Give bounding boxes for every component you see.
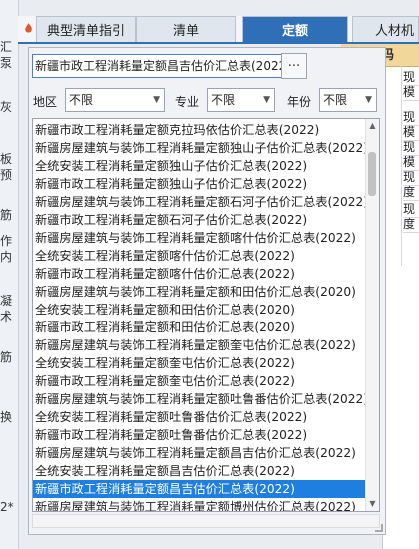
scroll-down-icon[interactable]: ▼ (366, 497, 379, 511)
list-item[interactable]: 新疆房屋建筑与装饰工程消耗量定额奎屯估价汇总表(2022) (33, 336, 366, 354)
list-item[interactable]: 新疆市政工程消耗量定额克拉玛依估价汇总表(2022) (33, 121, 366, 139)
major-label: 专业 (175, 95, 200, 109)
bg-right-cell: 模 (403, 125, 419, 141)
background-right-table: 编码 现 模 现 模 现 模 现 度 现 度 (341, 40, 419, 549)
list-item[interactable]: 新疆房屋建筑与装饰工程消耗量定额喀什估价汇总表(2022) (33, 229, 366, 247)
tab-typical-bill-guide[interactable]: 典型清单指引 (36, 16, 136, 42)
bg-right-cell: 现 (403, 202, 419, 218)
major-select[interactable]: 不限 ▼ (207, 88, 275, 112)
bg-right-cell: 现 (403, 70, 419, 86)
list-item[interactable]: 全统安装工程消耗量定额奎屯估价汇总表(2022) (33, 354, 366, 372)
list-item[interactable]: 全统安装工程消耗量定额吐鲁番估价汇总表(2022) (33, 408, 366, 426)
bg-left-text: 2* (0, 500, 14, 514)
more-button[interactable]: ··· (281, 53, 307, 79)
region-select[interactable]: 不限 ▼ (65, 88, 165, 112)
list-item[interactable]: 新疆房屋建筑与装饰工程消耗量定额和田估价汇总表(2020) (33, 283, 366, 301)
bg-left-text: 筋 (0, 208, 13, 222)
bg-left-text: 术 (0, 310, 13, 324)
list-item[interactable]: 新疆市政工程消耗量定额喀什估价汇总表(2022) (33, 265, 366, 283)
list-item[interactable]: 新疆市政工程消耗量定额石河子估价汇总表(2022) (33, 211, 366, 229)
bg-left-text: 作 (0, 234, 13, 248)
bg-left-text: 泵 (0, 56, 13, 70)
bg-right-cell: 现 (403, 110, 419, 126)
bg-left-text: 预 (0, 168, 13, 182)
background-left-column: 汇 泵 灰 板 预 筋 作 内 凝 术 筋 换 2* (0, 0, 19, 549)
list-item[interactable]: 新疆市政工程消耗量定额奎屯估价汇总表(2022) (33, 372, 366, 390)
region-label: 地区 (33, 95, 58, 109)
filter-row: 地区 不限 ▼ 专业 不限 ▼ 年份 不限 ▼ (29, 88, 385, 114)
tab-labor-material-machine[interactable]: 人材机 (352, 16, 419, 42)
list-item[interactable]: 全统安装工程消耗量定额独山子估价汇总表(2022) (33, 157, 366, 175)
year-select[interactable]: 不限 ▼ (319, 88, 377, 112)
bg-right-cell: 现 (403, 170, 419, 186)
scrollbar-thumb[interactable] (368, 152, 376, 196)
list-item[interactable]: 新疆市政工程消耗量定额和田估价汇总表(2020) (33, 318, 366, 336)
tab-quota[interactable]: 定额 (242, 16, 348, 42)
bg-right-cell: 现 (403, 140, 419, 156)
list-item[interactable]: 新疆房屋建筑与装饰工程消耗量定额吐鲁番估价汇总表(2022) (33, 390, 366, 408)
list-item[interactable]: 新疆房屋建筑与装饰工程消耗量定额独山子估价汇总表(2022) (33, 139, 366, 157)
bg-left-text: 板 (0, 152, 13, 166)
bg-right-cell: 模 (403, 155, 419, 171)
list-item[interactable]: 全统安装工程消耗量定额和田估价汇总表(2020) (33, 301, 366, 319)
bg-right-cell: 模 (403, 85, 419, 101)
bg-left-text: 内 (0, 250, 13, 264)
tab-bar: 典型清单指引 清单 定额 人材机 (18, 16, 419, 44)
list-item[interactable]: 新疆房屋建筑与装饰工程消耗量定额石河子估价汇总表(2022) (33, 193, 366, 211)
list-item[interactable]: 新疆房屋建筑与装饰工程消耗量定额昌吉估价汇总表(2022) (33, 444, 366, 462)
flame-icon (25, 23, 32, 33)
tab-bill[interactable]: 清单 (136, 16, 236, 42)
vertical-scrollbar[interactable]: ▲ ▼ (365, 119, 379, 511)
bg-left-text: 灰 (0, 100, 13, 114)
list-item[interactable]: 新疆市政工程消耗量定额昌吉估价汇总表(2022) (33, 480, 366, 498)
horizontal-scrollbar[interactable] (32, 514, 380, 528)
bg-right-cell: 度 (403, 217, 419, 233)
list-item[interactable]: 新疆市政工程消耗量定额吐鲁番估价汇总表(2022) (33, 426, 366, 444)
chevron-down-icon: ▼ (365, 95, 372, 105)
scroll-up-icon[interactable]: ▲ (366, 119, 379, 133)
year-select-value: 不限 (323, 93, 348, 107)
bg-right-cell: 度 (403, 185, 419, 201)
bg-left-text: 汇 (0, 40, 13, 54)
bg-left-text: 换 (0, 410, 13, 424)
list-item[interactable]: 全统安装工程消耗量定额昌吉估价汇总表(2022) (33, 462, 366, 480)
bg-left-text: 凝 (0, 294, 13, 308)
bg-left-text: 筋 (0, 350, 13, 364)
chevron-down-icon: ▼ (153, 95, 160, 105)
resize-grip-icon[interactable] (375, 524, 383, 532)
quota-library-combobox[interactable]: 新疆市政工程消耗量定额昌吉估价汇总表(2022 (32, 54, 282, 78)
quota-library-list[interactable]: 新疆房屋建筑与装饰工程消耗量定额博州估价汇总表(2022) 新疆市政工程消耗量定额… (32, 118, 380, 512)
list-item[interactable]: 新疆市政工程消耗量定额独山子估价汇总表(2022) (33, 175, 366, 193)
year-label: 年份 (287, 95, 312, 109)
chevron-down-icon: ▼ (263, 95, 270, 105)
quota-library-dropdown: 新疆市政工程消耗量定额昌吉估价汇总表(2022 ··· 地区 不限 ▼ 专业 不… (28, 47, 386, 535)
list-item[interactable]: 全统安装工程消耗量定额喀什估价汇总表(2022) (33, 247, 366, 265)
list-item[interactable]: 新疆房屋建筑与装饰工程消耗量定额博州估价汇总表(2022) (33, 498, 366, 511)
major-select-value: 不限 (211, 93, 236, 107)
region-select-value: 不限 (69, 93, 94, 107)
